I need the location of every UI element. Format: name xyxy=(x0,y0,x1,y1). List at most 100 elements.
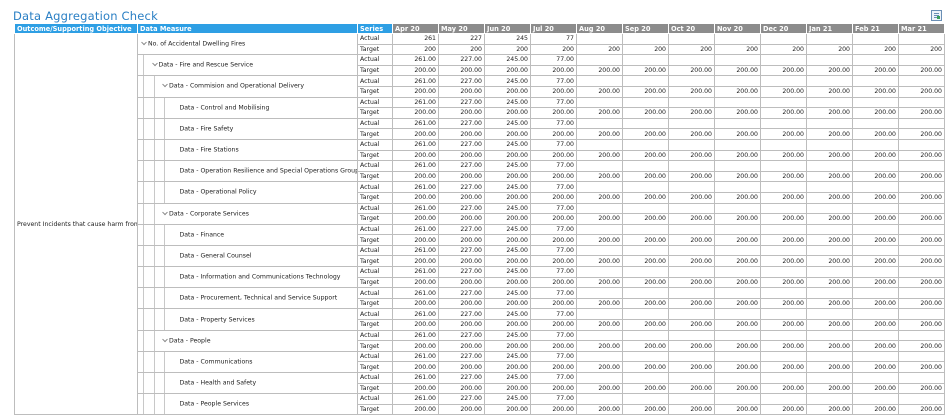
value-cell: 200.00 xyxy=(530,149,577,162)
value-cell: 200.00 xyxy=(622,255,669,268)
value-cell: 77.00 xyxy=(530,117,577,130)
value-cell: 200.00 xyxy=(806,149,853,162)
header-month[interactable]: Mar 21 xyxy=(898,23,945,34)
tree-line xyxy=(143,161,144,181)
expand-toggle-icon[interactable] xyxy=(152,62,158,68)
tree-line xyxy=(143,246,144,266)
value-cell xyxy=(852,223,899,236)
measure-cell[interactable]: Data - General Counsel xyxy=(137,244,358,268)
value-cell xyxy=(576,372,623,384)
value-cell: 77.00 xyxy=(530,393,577,405)
value-cell: 200.00 xyxy=(530,107,577,119)
measure-cell[interactable]: Data - Finance xyxy=(137,223,358,246)
value-cell: 227.00 xyxy=(438,181,485,193)
table-row: Data - People Actual 261.00 227.00 245.00 77.… xyxy=(15,329,945,352)
value-cell: 200.00 xyxy=(438,64,485,77)
value-cell: 200 xyxy=(438,43,485,56)
header-month[interactable]: Sep 20 xyxy=(622,23,669,34)
measure-cell[interactable]: Data - Operational Policy xyxy=(137,181,358,204)
value-cell: 200.00 xyxy=(392,191,439,204)
value-cell: 261.00 xyxy=(392,202,439,215)
value-cell: 261.00 xyxy=(392,75,439,87)
value-cell: 200.00 xyxy=(438,128,485,140)
value-cell xyxy=(576,54,623,66)
measure-cell[interactable]: Data - People Services xyxy=(137,393,358,416)
header-month[interactable]: Jun 20 xyxy=(484,23,531,34)
tree-line xyxy=(153,288,155,308)
value-cell xyxy=(576,202,623,215)
measure-cell[interactable]: Data - Procurement, Technical and Servic… xyxy=(137,287,358,310)
header-measure[interactable]: Data Measure xyxy=(137,23,358,34)
measure-cell[interactable]: Data - Operation Resilience and Special … xyxy=(137,160,358,183)
expand-toggle-icon[interactable] xyxy=(162,210,168,216)
expand-toggle-icon[interactable] xyxy=(162,337,168,343)
value-cell: 200.00 xyxy=(484,149,531,162)
value-cell xyxy=(852,33,899,45)
measure-cell[interactable]: Data - Property Services xyxy=(137,308,358,331)
header-month[interactable]: Aug 20 xyxy=(576,23,623,34)
value-cell xyxy=(622,202,669,215)
measure-cell[interactable]: No. of Accidental Dwelling Fires xyxy=(137,32,358,56)
table-row: Data - Fire Stations Actual 261.00 227.00 24… xyxy=(15,138,945,162)
value-cell xyxy=(668,329,715,342)
tree-line xyxy=(153,373,155,393)
value-cell xyxy=(806,308,853,321)
value-cell: 200.00 xyxy=(576,340,623,352)
value-cell xyxy=(806,244,853,257)
header-outcome[interactable]: Outcome/Supporting Objective xyxy=(14,23,138,34)
measure-cell[interactable]: Data - Control and Mobilising xyxy=(137,96,358,119)
value-cell: 200.00 xyxy=(668,382,715,395)
value-cell xyxy=(576,266,623,278)
header-month[interactable]: May 20 xyxy=(438,23,485,34)
tree-line xyxy=(164,98,165,118)
value-cell xyxy=(852,308,899,321)
value-cell: 200.00 xyxy=(576,85,623,98)
tree-line xyxy=(143,309,144,330)
header-month[interactable]: Nov 20 xyxy=(714,23,761,34)
header-series[interactable]: Series xyxy=(357,23,393,34)
measure-cell[interactable]: Data - Commision and Operational Deliver… xyxy=(137,75,358,98)
value-cell: 200.00 xyxy=(392,382,439,395)
value-cell xyxy=(576,117,623,130)
header-month[interactable]: Jan 21 xyxy=(806,23,853,34)
measure-cell[interactable]: Data - Corporate Services xyxy=(137,202,358,225)
value-cell xyxy=(622,308,669,321)
tree-line xyxy=(143,140,144,160)
value-cell: 227.00 xyxy=(438,266,485,278)
header-month[interactable]: Oct 20 xyxy=(668,23,715,34)
measure-cell[interactable]: Data - Fire Stations xyxy=(137,138,358,162)
measure-cell[interactable]: Data - Fire Safety xyxy=(137,117,358,140)
export-excel-icon[interactable] xyxy=(931,10,942,21)
value-cell: 200.00 xyxy=(668,191,715,204)
header-month[interactable]: Feb 21 xyxy=(852,23,899,34)
measure-label: Data - General Counsel xyxy=(179,252,252,260)
value-cell xyxy=(760,75,807,87)
value-cell: 77.00 xyxy=(530,181,577,193)
value-cell: 200.00 xyxy=(484,255,531,268)
measure-cell[interactable]: Data - Communications xyxy=(137,350,358,374)
header-month[interactable]: Dec 20 xyxy=(760,23,807,34)
expand-toggle-icon[interactable] xyxy=(141,40,147,46)
value-cell: 200.00 xyxy=(852,64,899,77)
value-cell: 245.00 xyxy=(484,266,531,278)
expand-toggle-icon[interactable] xyxy=(162,83,168,89)
measure-cell[interactable]: Data - Health and Safety xyxy=(137,371,358,395)
value-cell xyxy=(622,287,669,299)
value-cell xyxy=(668,54,715,66)
value-cell: 200.00 xyxy=(852,149,899,162)
measure-cell[interactable]: Data - Fire and Rescue Service xyxy=(137,54,358,77)
value-cell: 200.00 xyxy=(898,234,945,246)
measure-cell[interactable]: Data - Information and Communications Te… xyxy=(137,266,358,289)
value-cell: 227.00 xyxy=(438,75,485,87)
series-cell: Target xyxy=(357,128,393,140)
measure-cell[interactable]: Data - People xyxy=(137,329,358,352)
table-row: Data - Procurement, Technical and Servic… xyxy=(15,287,945,310)
tree-line xyxy=(153,267,155,287)
header-month[interactable]: Apr 20 xyxy=(392,23,439,34)
value-cell: 227.00 xyxy=(438,117,485,130)
value-cell: 77.00 xyxy=(530,329,577,342)
value-cell: 245.00 xyxy=(484,308,531,321)
header-month[interactable]: Jul 20 xyxy=(530,23,577,34)
tree-line xyxy=(143,288,144,308)
value-cell xyxy=(714,75,761,87)
